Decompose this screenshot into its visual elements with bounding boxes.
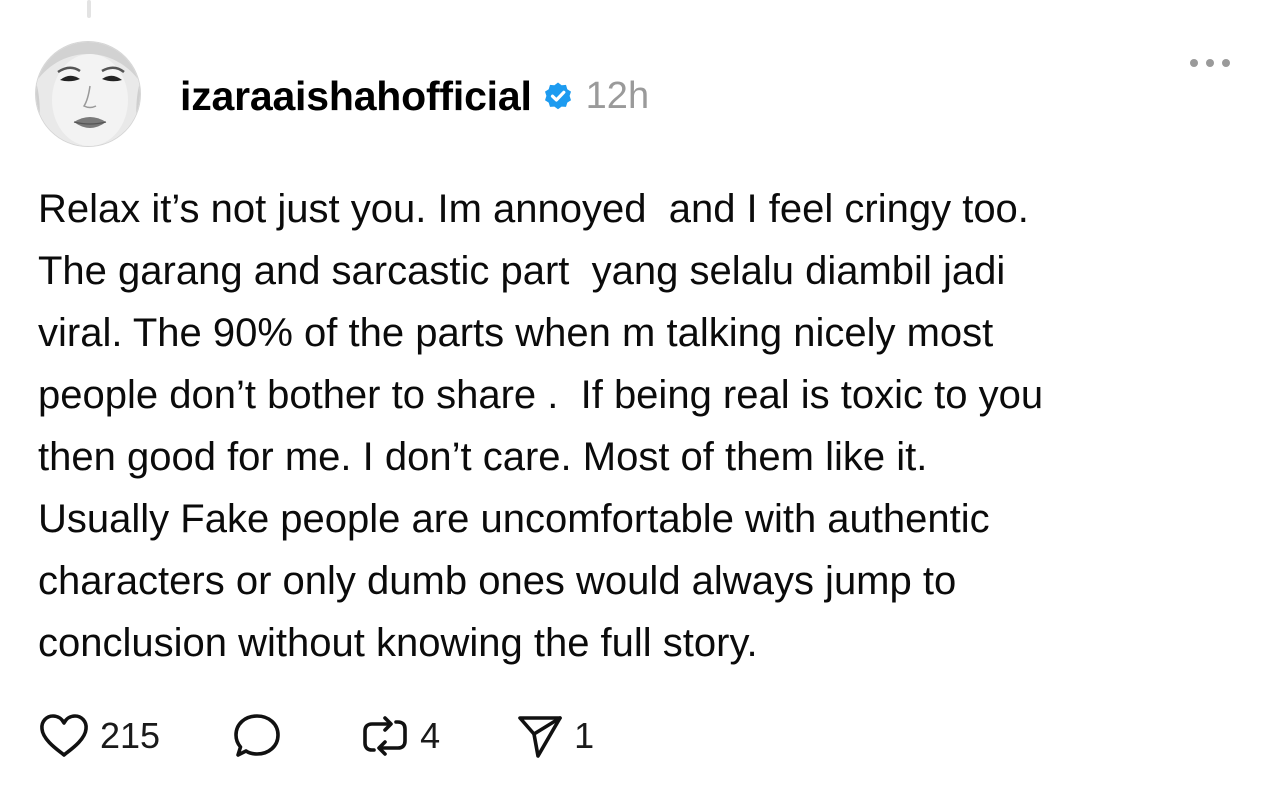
share-button[interactable]: 1 bbox=[516, 712, 594, 760]
post-text-line: Usually Fake people are uncomfortable wi… bbox=[38, 497, 990, 541]
post-text-line: viral. The 90% of the parts when m talki… bbox=[38, 311, 994, 355]
thread-post: izaraaishahofficial 12h Relax it’s not j… bbox=[0, 0, 1280, 803]
heart-icon bbox=[40, 714, 88, 757]
like-button[interactable]: 215 bbox=[38, 713, 160, 759]
post-text-line: then good for me. I don’t care. Most of … bbox=[38, 435, 928, 479]
post-actions: 215 4 1 bbox=[38, 706, 594, 766]
post-text-line: people don’t bother to share . If being … bbox=[38, 373, 1044, 417]
more-options-icon[interactable] bbox=[1190, 57, 1230, 69]
dot bbox=[1222, 59, 1230, 67]
repost-button[interactable]: 4 bbox=[360, 712, 440, 760]
thread-connector-line bbox=[87, 0, 91, 18]
verified-badge-icon bbox=[542, 80, 574, 112]
send-icon bbox=[518, 716, 562, 758]
dot bbox=[1206, 59, 1214, 67]
avatar-image bbox=[36, 42, 140, 146]
share-count: 1 bbox=[574, 715, 595, 756]
dot bbox=[1190, 59, 1198, 67]
post-text-line: characters or only dumb ones would alway… bbox=[38, 559, 957, 603]
reply-button[interactable] bbox=[232, 712, 292, 760]
like-count: 215 bbox=[100, 715, 161, 756]
post-text: Relax it’s not just you. Im annoyed and … bbox=[38, 178, 1268, 674]
repost-count: 4 bbox=[420, 715, 441, 756]
post-text-line: The garang and sarcastic part yang selal… bbox=[38, 249, 1006, 293]
repost-icon bbox=[363, 716, 407, 756]
post-text-line: conclusion without knowing the full stor… bbox=[38, 621, 758, 665]
post-time: 12h bbox=[585, 74, 650, 117]
avatar[interactable] bbox=[36, 42, 140, 146]
comment-bubble-icon bbox=[234, 714, 280, 757]
username[interactable]: izaraaishahofficial bbox=[180, 73, 532, 120]
post-header: izaraaishahofficial 12h bbox=[180, 68, 649, 124]
post-text-line: Relax it’s not just you. Im annoyed and … bbox=[38, 187, 1029, 231]
